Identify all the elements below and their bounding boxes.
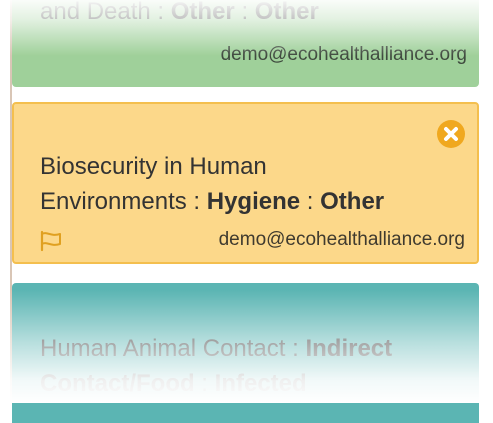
annotation-card-2-selected[interactable]: Biosecurity in Human Environments : Hygi… — [12, 102, 479, 264]
card-2-user-email: demo@ecohealthalliance.org — [218, 229, 465, 250]
card-1-user-email: demo@ecohealthalliance.org — [220, 44, 467, 65]
flag-icon[interactable] — [40, 230, 64, 252]
card-1-title: and Death : Other : Other — [40, 0, 319, 25]
card-2-title: Biosecurity in Human Environments : Hygi… — [40, 153, 385, 215]
annotation-card-3[interactable]: Human Animal Contact : Indirect Contact/… — [12, 283, 479, 423]
close-circle-icon[interactable] — [437, 120, 465, 148]
annotation-card-1[interactable]: and Death : Other : Other demo@ecohealth… — [12, 0, 479, 87]
card-3-title: Human Animal Contact : Indirect Contact/… — [40, 335, 393, 397]
